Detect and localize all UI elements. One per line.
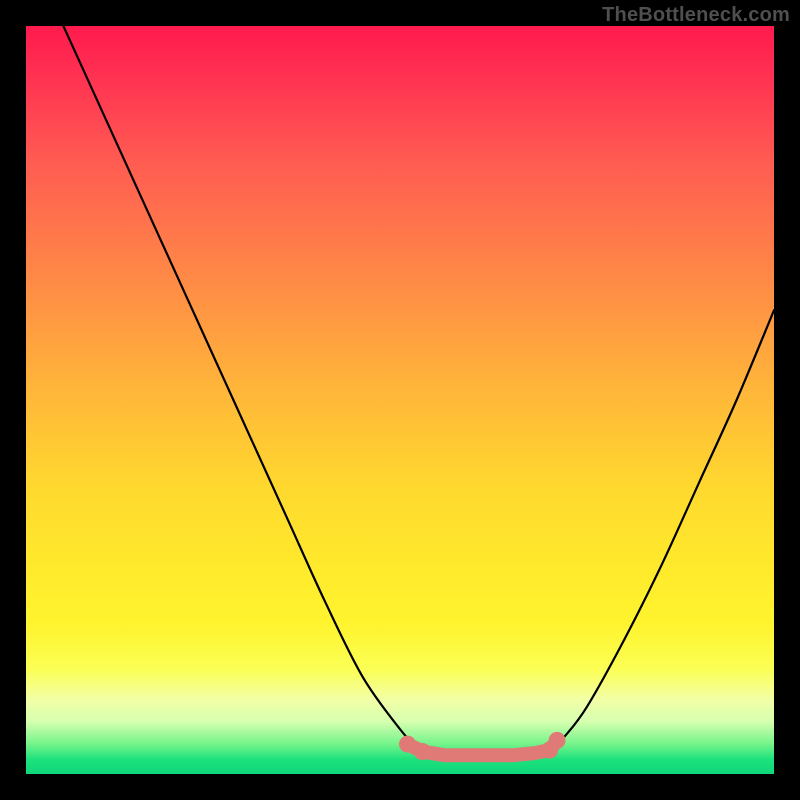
chart-container: TheBottleneck.com: [0, 0, 800, 800]
marker-dot: [414, 743, 431, 760]
watermark-text: TheBottleneck.com: [602, 4, 790, 27]
marker-dot: [399, 736, 416, 753]
curve-group: [63, 26, 774, 760]
curve-svg: [26, 26, 774, 774]
right-curve-path: [550, 310, 774, 751]
marker-dot: [549, 732, 566, 749]
left-curve-path: [63, 26, 430, 752]
